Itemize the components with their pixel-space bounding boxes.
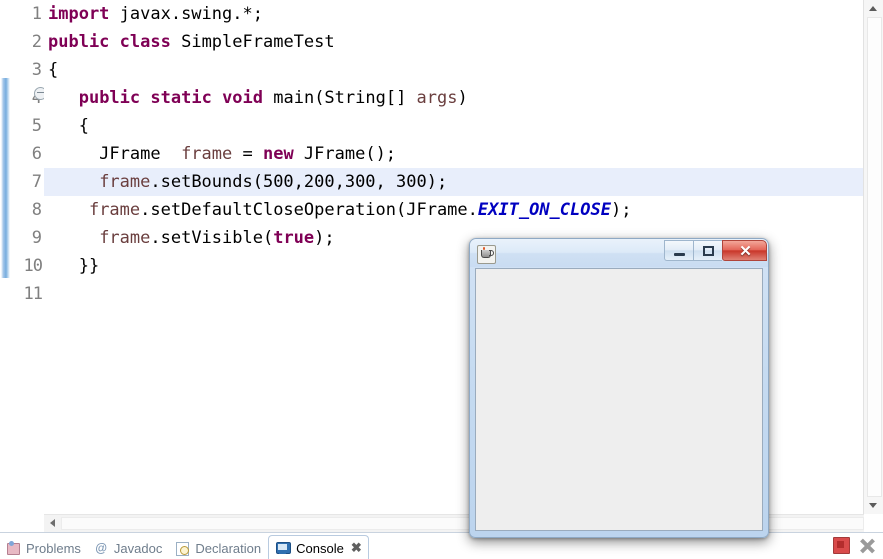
view-tab-label: Problems: [26, 540, 81, 556]
code-line[interactable]: import javax.swing.*;: [44, 0, 863, 28]
code-token: );: [610, 200, 632, 220]
code-line[interactable]: {: [44, 112, 863, 140]
code-line[interactable]: frame.setDefaultCloseOperation(JFrame.EX…: [44, 196, 863, 224]
view-tab-label: Javadoc: [113, 540, 163, 556]
eclipse-ide-screenshot: 1234567891011 import javax.swing.*;publi…: [0, 0, 883, 559]
scroll-down-arrow-icon[interactable]: [864, 497, 883, 514]
view-tab-declaration[interactable]: Declaration: [169, 536, 268, 559]
code-token: public: [48, 32, 110, 52]
code-token: .setBounds(500,200,300, 300);: [150, 172, 448, 192]
line-number: 2: [31, 32, 42, 52]
code-token: =: [232, 144, 263, 164]
jframe-content-pane[interactable]: [475, 268, 763, 531]
view-tab-problems[interactable]: Problems: [0, 536, 88, 559]
maximize-button[interactable]: [693, 240, 722, 261]
remove-all-terminated-icon[interactable]: [860, 538, 875, 553]
editor-vertical-scrollbar[interactable]: [863, 0, 883, 514]
jframe-title-bar[interactable]: ✕: [470, 239, 768, 267]
code-line[interactable]: public class SimpleFrameTest: [44, 28, 863, 56]
line-number: 11: [23, 284, 43, 304]
code-token: public: [78, 88, 141, 108]
code-token: new: [262, 144, 294, 164]
minimize-icon: [674, 253, 685, 256]
code-token: .setVisible(: [150, 228, 274, 248]
maximize-icon: [703, 246, 714, 256]
vertical-scroll-track[interactable]: [867, 17, 882, 497]
view-tab-label: Declaration: [195, 540, 262, 556]
code-token: main(String[]: [263, 88, 417, 108]
view-tabs: Problems @ Javadoc Declaration Console ✖: [0, 533, 369, 559]
console-icon: [275, 540, 292, 556]
java-coffee-cup-icon: [477, 245, 496, 264]
line-number: 3: [31, 60, 42, 80]
line-number-ruler: 1234567891011: [11, 0, 44, 514]
line-number: 6: [31, 144, 42, 164]
close-button[interactable]: ✕: [722, 240, 767, 261]
terminate-button[interactable]: [833, 537, 850, 554]
minimize-button[interactable]: [664, 240, 693, 261]
code-line[interactable]: {: [44, 56, 863, 84]
code-token: import: [48, 4, 110, 24]
code-token: {: [48, 60, 59, 80]
folding-range-indicator[interactable]: [1, 78, 10, 278]
code-token: class: [119, 32, 171, 52]
declaration-icon: [174, 540, 190, 556]
editor-annotation-ruler[interactable]: [0, 0, 11, 514]
problems-icon: [5, 540, 21, 556]
code-token: EXIT_ON_CLOSE: [477, 200, 611, 220]
code-token: frame: [99, 172, 151, 192]
scroll-up-arrow-icon[interactable]: [864, 0, 883, 17]
view-tab-label: Console: [296, 540, 344, 556]
code-token: static: [150, 88, 212, 108]
line-number: 1: [31, 4, 42, 24]
close-icon: ✕: [739, 243, 752, 260]
line-number: 7: [31, 172, 42, 192]
code-token: ): [457, 88, 468, 108]
code-token: frame: [181, 144, 233, 164]
line-number: 5: [31, 116, 42, 136]
code-token: {: [48, 116, 89, 136]
code-token: JFrame: [48, 144, 182, 164]
code-token: JFrame();: [293, 144, 397, 164]
tab-close-icon[interactable]: ✖: [351, 540, 362, 556]
code-token: frame: [99, 228, 151, 248]
code-token: }}: [48, 256, 100, 276]
line-number: 10: [23, 256, 43, 276]
code-line[interactable]: frame.setBounds(500,200,300, 300);: [44, 168, 863, 196]
jframe-window[interactable]: ✕: [469, 238, 769, 538]
code-line[interactable]: JFrame frame = new JFrame();: [44, 140, 863, 168]
code-token: javax.swing.*;: [109, 4, 263, 24]
code-token: .setDefaultCloseOperation(JFrame.: [140, 200, 478, 220]
code-token: SimpleFrameTest: [170, 32, 335, 52]
scroll-left-arrow-icon[interactable]: [44, 515, 61, 532]
code-line[interactable]: public static void main(String[] args): [44, 84, 863, 112]
code-token: void: [222, 88, 264, 108]
editor-bottom-left-filler: [0, 514, 44, 532]
javadoc-icon: @: [95, 541, 107, 555]
code-token: args: [416, 88, 458, 108]
view-tab-console[interactable]: Console ✖: [268, 535, 369, 559]
line-number: 9: [31, 228, 42, 248]
view-tab-javadoc[interactable]: @ Javadoc: [88, 536, 169, 559]
line-number: 8: [31, 200, 42, 220]
jframe-window-controls: ✕: [664, 240, 767, 261]
console-toolbar: [833, 537, 875, 554]
code-token: true: [273, 228, 315, 248]
code-token: frame: [88, 200, 141, 220]
code-token: );: [314, 228, 335, 248]
